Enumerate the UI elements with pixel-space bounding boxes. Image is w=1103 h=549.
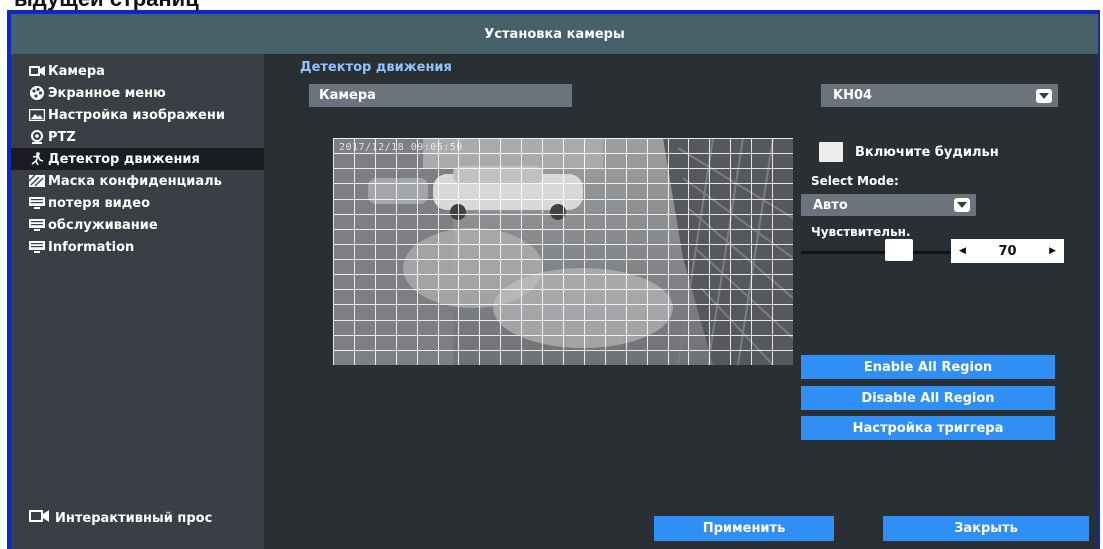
sidebar-item-label: PTZ xyxy=(48,129,76,145)
sidebar-item-live-view[interactable]: Интерактивный прос xyxy=(29,509,212,527)
sensitivity-stepper[interactable]: ◀ 70 ▶ xyxy=(951,239,1064,263)
sidebar-item-privacy-mask[interactable]: Маска конфиденциаль xyxy=(11,170,264,192)
mode-select[interactable]: Авто xyxy=(801,194,976,216)
window-title: Установка камеры xyxy=(11,14,1098,54)
sidebar-item-label: обслуживание xyxy=(48,217,158,233)
enable-all-region-button[interactable]: Enable All Region xyxy=(801,355,1055,379)
ptz-icon xyxy=(29,130,45,144)
sidebar-item-label: Детектор движения xyxy=(48,151,200,167)
sidebar: Камера Экранное меню Настройка изображен… xyxy=(11,54,264,549)
sidebar-item-label: Экранное меню xyxy=(48,85,166,101)
sensitivity-slider-track[interactable] xyxy=(801,251,951,254)
camera-label: Камера xyxy=(309,84,572,107)
sidebar-nav: Камера Экранное меню Настройка изображен… xyxy=(11,60,264,258)
sidebar-item-label: Камера xyxy=(48,63,105,79)
chevron-down-icon xyxy=(1036,88,1052,103)
motion-grid-preview[interactable]: 2017/12/18 09:05:50 xyxy=(333,138,793,365)
alarm-toggle[interactable]: Включите будильн xyxy=(819,142,999,162)
select-mode-label: Select Mode: xyxy=(811,174,899,188)
motion-icon xyxy=(29,152,45,166)
close-button[interactable]: Закрыть xyxy=(883,516,1089,541)
video-timestamp: 2017/12/18 09:05:50 xyxy=(339,142,463,153)
sensitivity-label: Чувствительн. xyxy=(811,225,911,239)
monitor-icon xyxy=(29,240,45,254)
sidebar-item-label: Information xyxy=(48,239,135,255)
cropped-header-text: ыдущей страниц xyxy=(0,0,1103,10)
apply-button[interactable]: Применить xyxy=(654,516,834,541)
sidebar-item-ptz[interactable]: PTZ xyxy=(11,126,264,148)
camera-select-value: KH04 xyxy=(833,88,873,103)
sidebar-item-motion-detection[interactable]: Детектор движения xyxy=(11,148,264,170)
chevron-down-icon xyxy=(954,198,970,212)
sidebar-footer-label: Интерактивный прос xyxy=(55,510,213,526)
section-title: Детектор движения xyxy=(300,60,452,75)
trigger-settings-button[interactable]: Настройка триггера xyxy=(801,416,1055,440)
camera-snapshot xyxy=(333,138,793,365)
camera-icon xyxy=(29,64,45,78)
camera-setup-window: Установка камеры Камера Экранное меню На… xyxy=(11,14,1098,549)
sidebar-item-image-settings[interactable]: Настройка изображени xyxy=(11,104,264,126)
sensitivity-value: 70 xyxy=(998,243,1017,259)
increment-arrow-icon[interactable]: ▶ xyxy=(1049,246,1056,256)
sidebar-item-osd[interactable]: Экранное меню xyxy=(11,82,264,104)
sidebar-item-maintenance[interactable]: обслуживание xyxy=(11,214,264,236)
sidebar-item-label: Настройка изображени xyxy=(48,107,225,123)
sidebar-item-label: Маска конфиденциаль xyxy=(48,173,222,189)
sidebar-item-information[interactable]: Information xyxy=(11,236,264,258)
disable-all-region-button[interactable]: Disable All Region xyxy=(801,386,1055,410)
alarm-checkbox-label: Включите будильн xyxy=(855,144,999,160)
sensitivity-slider-handle[interactable] xyxy=(885,239,913,261)
sidebar-item-label: потеря видео xyxy=(48,195,151,211)
monitor-icon xyxy=(29,218,45,232)
image-icon xyxy=(29,108,45,122)
decrement-arrow-icon[interactable]: ◀ xyxy=(959,246,966,256)
monitor-icon xyxy=(29,196,45,210)
mode-select-value: Авто xyxy=(813,197,848,213)
camera-select[interactable]: KH04 xyxy=(821,84,1058,107)
camera-icon xyxy=(29,509,49,527)
sidebar-item-camera[interactable]: Камера xyxy=(11,60,264,82)
privacy-mask-icon xyxy=(29,174,45,188)
palette-icon xyxy=(29,86,45,100)
sidebar-item-video-loss[interactable]: потеря видео xyxy=(11,192,264,214)
alarm-checkbox[interactable] xyxy=(819,142,843,162)
